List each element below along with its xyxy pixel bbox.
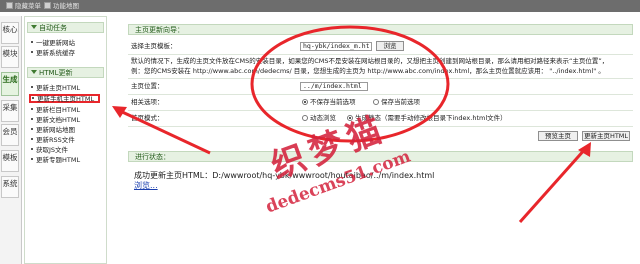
arrow-to-sidebar-line [117, 108, 211, 155]
arrow-to-button-line [518, 147, 588, 223]
